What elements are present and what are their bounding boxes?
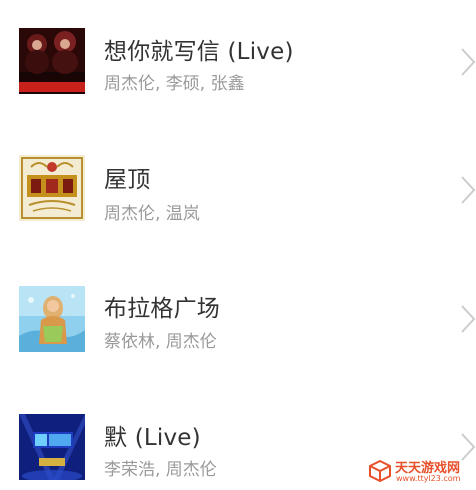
song-row-3[interactable]: 布拉格广场 蔡依林, 周杰伦: [0, 258, 476, 358]
song-list: 想你就写信 (Live) 周杰伦, 李硕, 张鑫 屋顶 周杰伦, 温岚 布拉格广…: [0, 0, 476, 490]
watermark-url: www.ttyl23.com: [396, 474, 461, 483]
chevron-right-icon[interactable]: [460, 47, 476, 77]
song-row-1[interactable]: 想你就写信 (Live) 周杰伦, 李硕, 张鑫: [0, 0, 476, 100]
cube-logo-icon: [368, 459, 392, 483]
song-artists: 蔡依林, 周杰伦: [104, 332, 217, 352]
album-cover: [19, 286, 85, 352]
song-row-2[interactable]: 屋顶 周杰伦, 温岚: [0, 130, 476, 230]
watermark: 天天游戏网 www.ttyl23.com: [368, 457, 472, 487]
chevron-right-icon[interactable]: [460, 304, 476, 334]
album-cover: [19, 414, 85, 480]
song-title: 默 (Live): [104, 425, 201, 451]
song-artists: 周杰伦, 温岚: [104, 204, 200, 224]
song-artists: 李荣浩, 周杰伦: [104, 460, 217, 480]
song-title: 布拉格广场: [104, 296, 220, 322]
chevron-right-icon[interactable]: [460, 175, 476, 205]
album-cover: [19, 155, 85, 221]
album-cover: [19, 28, 85, 94]
song-title: 想你就写信 (Live): [104, 39, 294, 65]
song-artists: 周杰伦, 李硕, 张鑫: [104, 74, 245, 94]
song-title: 屋顶: [104, 167, 151, 193]
